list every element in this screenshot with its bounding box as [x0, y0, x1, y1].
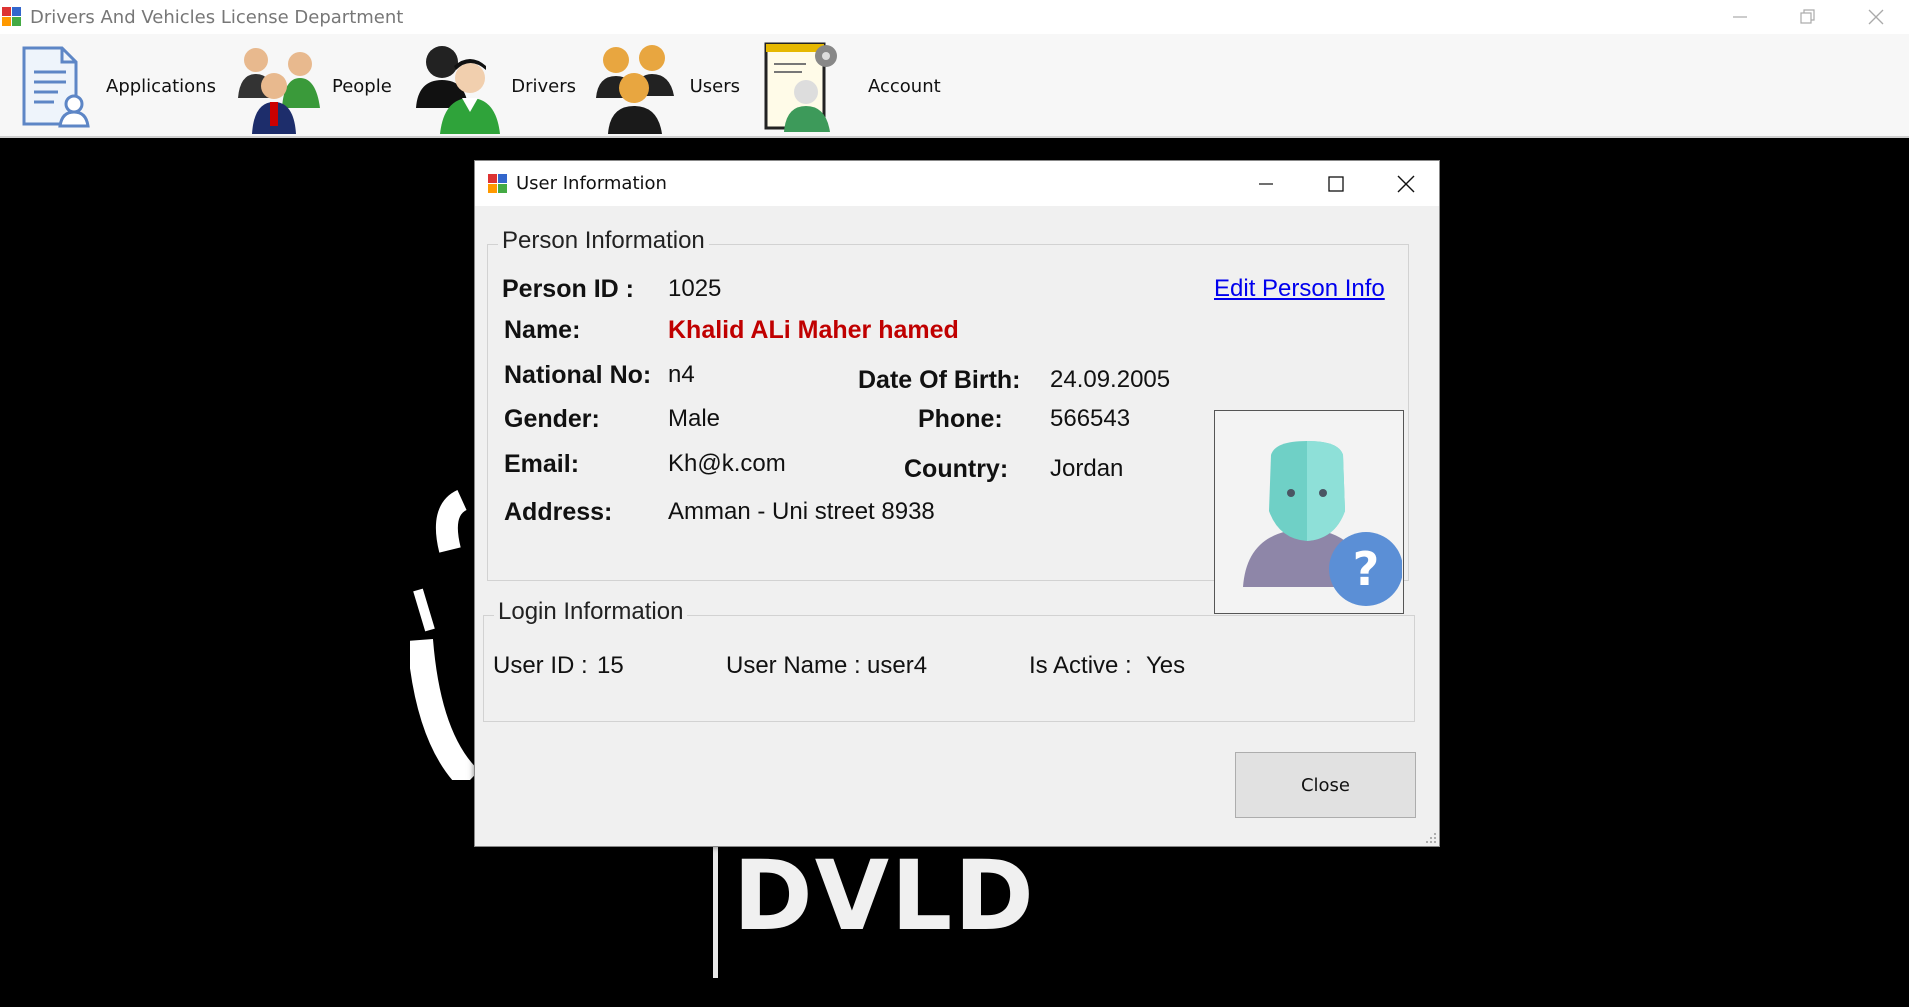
user-name-label: User Name :: [726, 652, 861, 679]
address-value: Amman - Uni street 8938: [668, 498, 935, 525]
background-logo-text: DVLD: [733, 840, 1036, 952]
people-icon: [238, 48, 320, 134]
person-photo: ?: [1214, 410, 1404, 614]
email-label: Email:: [504, 450, 580, 478]
menu-label-users: Users: [689, 75, 740, 97]
close-button[interactable]: Close: [1235, 752, 1416, 818]
restore-icon: [1800, 9, 1815, 24]
dialog-title: User Information: [516, 173, 667, 194]
main-titlebar: Drivers And Vehicles License Department: [0, 0, 1909, 34]
applications-icon: [22, 46, 90, 128]
maximize-icon: [1328, 175, 1344, 192]
background-logo-bar: [713, 840, 718, 978]
dialog-close-x-button[interactable]: [1371, 161, 1441, 206]
app-icon: [2, 7, 22, 27]
restore-button[interactable]: [1774, 0, 1842, 34]
country-value: Jordan: [1050, 455, 1124, 482]
drivers-icon: [416, 46, 500, 134]
close-icon: [1868, 9, 1884, 25]
menu-item-people[interactable]: People: [234, 34, 394, 138]
dialog-app-icon: [488, 173, 508, 194]
users-icon: [596, 45, 674, 134]
person-id-label: Person ID :: [502, 275, 634, 303]
app-title: Drivers And Vehicles License Department: [30, 6, 404, 28]
dialog-minimize-button[interactable]: [1231, 161, 1301, 206]
menu-item-users[interactable]: Users: [590, 34, 740, 138]
gender-value: Male: [668, 405, 721, 432]
close-window-button[interactable]: [1842, 0, 1909, 34]
user-id-value: 15: [597, 652, 624, 679]
menu-label-account: Account: [868, 75, 941, 97]
unknown-person-icon: ?: [1243, 441, 1403, 606]
user-information-dialog: User Information Person Information Pers…: [474, 160, 1440, 847]
national-no-value: n4: [668, 361, 695, 388]
person-information-group: Person Information Person ID : 1025 Name…: [487, 227, 1409, 614]
date-of-birth-label: Date Of Birth:: [858, 366, 1021, 394]
menu-label-drivers: Drivers: [511, 75, 576, 97]
person-information-legend: Person Information: [498, 227, 709, 255]
phone-label: Phone:: [918, 405, 1003, 433]
name-value: Khalid ALi Maher hamed: [668, 316, 959, 344]
user-id-label: User ID :: [493, 652, 588, 679]
user-name-value: user4: [867, 652, 928, 679]
svg-text:?: ?: [1353, 542, 1380, 596]
dialog-titlebar: User Information: [475, 161, 1439, 206]
dialog-maximize-button[interactable]: [1301, 161, 1371, 206]
menu-item-drivers[interactable]: Drivers: [412, 34, 576, 138]
menu-label-people: People: [332, 75, 392, 97]
account-icon: [764, 42, 837, 132]
menu-strip: Applications People Drivers Users Accoun…: [0, 34, 1909, 138]
person-id-value: 1025: [668, 275, 722, 302]
email-value: Kh@k.com: [668, 450, 786, 477]
phone-value: 566543: [1050, 405, 1131, 432]
minimize-icon: [1733, 16, 1747, 18]
menu-label-applications: Applications: [106, 75, 216, 97]
is-active-value: Yes: [1146, 652, 1186, 679]
edit-person-info-link[interactable]: Edit Person Info: [1214, 275, 1385, 303]
minimize-button[interactable]: [1706, 0, 1774, 34]
address-label: Address:: [504, 498, 613, 526]
date-of-birth-value: 24.09.2005: [1050, 366, 1171, 393]
login-information-legend: Login Information: [494, 598, 688, 626]
country-label: Country:: [904, 455, 1009, 483]
is-active-label: Is Active :: [1029, 652, 1132, 679]
background-logo-mark: [410, 489, 480, 780]
menu-item-applications[interactable]: Applications: [18, 34, 218, 138]
menu-item-account[interactable]: Account: [762, 34, 942, 138]
gender-label: Gender:: [504, 405, 600, 433]
name-label: Name:: [504, 316, 581, 344]
close-icon: [1397, 175, 1415, 192]
login-information-group: Login Information User ID : 15 User Name…: [483, 598, 1415, 722]
national-no-label: National No:: [504, 361, 652, 389]
resize-grip-icon[interactable]: [1425, 832, 1437, 844]
minimize-icon: [1259, 182, 1273, 185]
